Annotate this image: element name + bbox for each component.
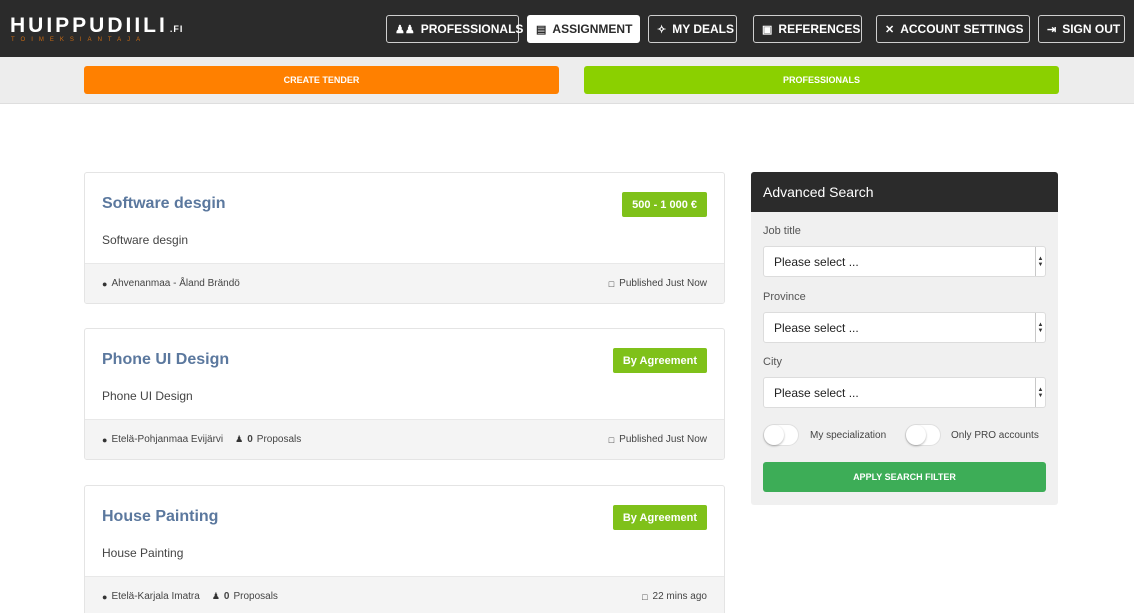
apply-search-filter-button[interactable]: APPLY SEARCH FILTER <box>763 462 1046 492</box>
proposal-label: Proposals <box>256 434 302 445</box>
city-select[interactable]: Please select ... ▲ ▼ <box>763 377 1046 408</box>
nav-assignment[interactable]: ▤ ASSIGNMENT <box>527 15 640 43</box>
user-icon: ♟ <box>211 591 220 601</box>
province-select[interactable]: Please select ... ▲ ▼ <box>763 312 1046 343</box>
listing-title[interactable]: House Painting <box>102 508 218 526</box>
city-label: City <box>763 356 782 368</box>
listing-location: Ahvenanmaa - Åland Brändö <box>111 278 240 289</box>
sign-out-icon: ⇥ <box>1047 23 1057 36</box>
specialization-toggle[interactable] <box>763 424 799 446</box>
users-icon: ♟♟ <box>395 23 415 36</box>
job-title-label: Job title <box>763 225 801 237</box>
province-label: Province <box>763 291 806 303</box>
listing-location: Etelä-Pohjanmaa Evijärvi <box>111 434 224 445</box>
nav-my-deals[interactable]: ✧ MY DEALS <box>648 15 737 43</box>
nav-sign-out[interactable]: ⇥ SIGN OUT <box>1038 15 1125 43</box>
specialization-toggle-label: My specialization <box>810 430 887 441</box>
listing-footer: ● Etelä-Karjala Imatra ♟ 0 Proposals □ 2… <box>85 576 724 613</box>
proposal-count: 0 <box>247 434 253 445</box>
pro-accounts-toggle-label: Only PRO accounts <box>951 430 1039 441</box>
advanced-search-title: Advanced Search <box>751 172 1058 212</box>
select-arrow-icon: ▲ ▼ <box>1035 378 1045 407</box>
price-badge: By Agreement <box>612 348 707 373</box>
nav-professionals[interactable]: ♟♟ PROFESSIONALS <box>386 15 523 43</box>
listing-footer: ● Etelä-Pohjanmaa Evijärvi ♟ 0 Proposals… <box>85 419 724 459</box>
listing-footer: ● Ahvenanmaa - Åland Brändö □ Published … <box>85 263 724 303</box>
calendar-icon: □ <box>642 591 648 602</box>
listing-published: 22 mins ago <box>652 591 707 602</box>
top-navbar: HUIPPUDIILI .FI TOIMEKSIANTAJA ♟♟ PROFESS… <box>0 0 1134 57</box>
listing-published: Published Just Now <box>619 278 707 289</box>
listing-card[interactable]: Software desgin 500 - 1 000 € Software d… <box>84 172 725 304</box>
select-arrow-icon: ▲ ▼ <box>1035 247 1045 276</box>
handshake-icon: ✧ <box>657 23 667 36</box>
map-marker-icon: ● <box>102 278 108 289</box>
listing-description: Software desgin <box>102 233 189 247</box>
listing-description: House Painting <box>102 546 184 560</box>
action-bar: CREATE TENDER PROFESSIONALS <box>0 57 1134 104</box>
proposal-label: Proposals <box>233 591 278 602</box>
document-icon: ▤ <box>536 23 547 36</box>
logo-subtitle: TOIMEKSIANTAJA <box>11 37 147 43</box>
calendar-icon: □ <box>608 278 615 289</box>
map-marker-icon: ● <box>102 434 108 445</box>
listing-location: Etelä-Karjala Imatra <box>111 591 200 602</box>
logo[interactable]: HUIPPUDIILI .FI <box>10 14 183 38</box>
listing-title[interactable]: Phone UI Design <box>102 351 229 369</box>
tools-icon: ✕ <box>885 23 895 36</box>
proposal-count: 0 <box>223 591 230 602</box>
listing-card[interactable]: Phone UI Design By Agreement Phone UI De… <box>84 328 725 460</box>
professionals-button[interactable]: PROFESSIONALS <box>584 66 1059 94</box>
listing-title[interactable]: Software desgin <box>102 195 226 213</box>
pro-accounts-toggle[interactable] <box>905 424 941 446</box>
create-tender-button[interactable]: CREATE TENDER <box>84 66 559 94</box>
listing-card[interactable]: House Painting By Agreement House Painti… <box>84 485 725 613</box>
advanced-search-panel: Advanced Search Job title Please select … <box>751 172 1058 505</box>
calendar-icon: □ <box>608 434 615 445</box>
listing-published: Published Just Now <box>619 434 707 445</box>
price-badge: 500 - 1 000 € <box>622 192 707 217</box>
nav-account-settings[interactable]: ✕ ACCOUNT SETTINGS <box>876 15 1030 43</box>
map-marker-icon: ● <box>102 591 108 602</box>
select-arrow-icon: ▲ ▼ <box>1035 313 1045 342</box>
job-title-select[interactable]: Please select ... ▲ ▼ <box>763 246 1046 277</box>
briefcase-icon: ▣ <box>762 23 773 36</box>
price-badge: By Agreement <box>612 505 707 530</box>
nav-references[interactable]: ▣ REFERENCES <box>753 15 862 43</box>
user-icon: ♟ <box>235 434 244 444</box>
listing-description: Phone UI Design <box>102 389 193 403</box>
